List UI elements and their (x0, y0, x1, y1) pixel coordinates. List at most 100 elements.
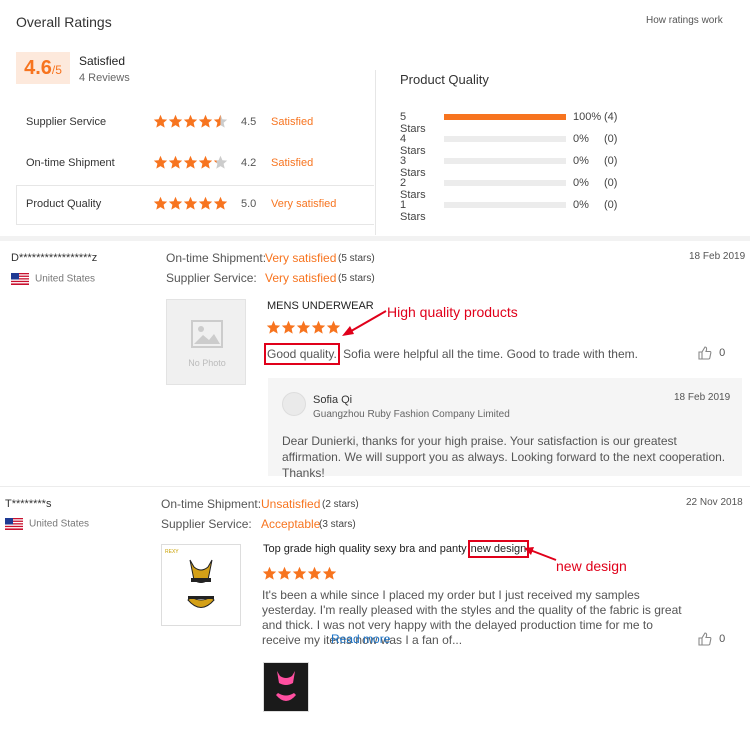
highlight-new-design: new design (467, 540, 530, 558)
rating-value: 4.2 (241, 157, 257, 169)
review-photo-thumbnail[interactable] (263, 662, 309, 712)
bar-fill (444, 114, 566, 120)
shipment-stars: (5 stars) (338, 253, 375, 264)
pink-bikini-photo-icon (264, 663, 308, 711)
reply-text: Dear Dunierki, thanks for your high prai… (282, 434, 726, 480)
rating-label: Supplier Service (26, 116, 107, 128)
overall-score: 4.6/5 (16, 52, 70, 84)
score-value: 4.6 (24, 57, 52, 79)
star-icon (183, 196, 198, 210)
product-title-text: Top grade high quality sexy bra and pant… (263, 543, 467, 555)
bar-label: 3 Stars (400, 155, 426, 179)
rating-text: Satisfied (271, 157, 314, 169)
rating-stars (153, 114, 228, 132)
bar-count: (4) (604, 111, 618, 123)
shipment-value: Unsatisfied (261, 497, 321, 511)
shipment-stars: (2 stars) (322, 499, 359, 510)
star-icon (168, 196, 183, 210)
bar-percent: 0% (573, 177, 589, 189)
rating-row-supplier-service[interactable]: Supplier Service 4.5 Satisfied (16, 103, 374, 143)
bar-percent: 0% (573, 155, 589, 167)
rating-label: Product Quality (26, 198, 102, 210)
star-icon (262, 566, 277, 580)
star-icon (168, 155, 183, 169)
bar-percent: 0% (573, 133, 589, 145)
reply-name: Sofia Qi (313, 394, 353, 406)
no-photo-text: No Photo (188, 358, 226, 368)
bar-track (444, 114, 566, 120)
star-icon (153, 196, 168, 210)
thumbs-up-icon (698, 346, 712, 360)
star-icon (213, 114, 228, 128)
star-icon (326, 320, 341, 334)
score-suffix: /5 (51, 63, 62, 77)
review-body: It's been a while since I placed my orde… (262, 588, 682, 647)
product-image[interactable]: REXY (161, 544, 241, 626)
service-value: Very satisfied (265, 271, 337, 285)
rating-row-product-quality[interactable]: Product Quality 5.0 Very satisfied (16, 185, 374, 225)
svg-text:REXY: REXY (165, 549, 179, 555)
star-icon (311, 320, 326, 334)
review-date: 18 Feb 2019 (689, 251, 746, 262)
star-icon (307, 566, 322, 580)
annotation-new-design: new design (556, 558, 627, 574)
star-icon (153, 114, 168, 128)
bar-label: 4 Stars (400, 133, 426, 157)
seller-reply: Sofia Qi Guangzhou Ruby Fashion Company … (268, 378, 742, 480)
image-placeholder-icon (191, 320, 223, 348)
star-icon (322, 566, 337, 580)
star-icon (292, 566, 307, 580)
reviewer-name: T********s (5, 498, 52, 510)
rating-label: On-time Shipment (26, 157, 115, 169)
review-text: Good quality. Sofia were helpful all the… (264, 341, 684, 367)
service-stars: (3 stars) (319, 519, 356, 530)
product-image-placeholder[interactable]: No Photo (166, 299, 246, 385)
review-text-rest: Sofia were helpful all the time. Good to… (339, 347, 638, 361)
bar-count: (0) (604, 155, 618, 167)
highlight-good-quality: Good quality. (264, 343, 340, 365)
star-icon (198, 155, 213, 169)
us-flag-icon (11, 273, 29, 285)
overall-ratings-panel: Overall Ratings How ratings work 4.6/5 S… (0, 0, 750, 236)
like-button[interactable]: 0 (698, 346, 725, 360)
rating-text: Very satisfied (271, 198, 337, 210)
overall-satisfaction-label: Satisfied (79, 54, 126, 68)
service-value: Acceptable (261, 517, 321, 531)
bar-track (444, 180, 566, 186)
reviewer-country: United States (5, 518, 89, 530)
annotation-arrow-icon (342, 310, 387, 336)
rating-value: 5.0 (241, 198, 257, 210)
star-icon (277, 566, 292, 580)
star-icon (183, 155, 198, 169)
review-rating-stars (262, 566, 337, 586)
annotation-high-quality: High quality products (387, 304, 518, 320)
service-stars: (5 stars) (338, 273, 375, 284)
like-count: 0 (719, 632, 726, 645)
bar-count: (0) (604, 133, 618, 145)
service-label: Supplier Service: (166, 271, 257, 285)
read-more-link[interactable]: Read more (331, 632, 390, 646)
like-button[interactable]: 0 (698, 632, 725, 646)
reviewer-country: United States (11, 273, 95, 285)
bar-track (444, 202, 566, 208)
us-flag-icon (5, 518, 23, 530)
bar-percent: 0% (573, 199, 589, 211)
rating-value: 4.5 (241, 116, 257, 128)
review-rating-stars (266, 320, 341, 340)
reviewer-name: D*****************z (11, 252, 98, 264)
shipment-value: Very satisfied (265, 251, 337, 265)
panel-divider (375, 70, 376, 235)
bar-label: 2 Stars (400, 177, 426, 201)
annotation-arrow-icon (524, 547, 557, 561)
star-icon (266, 320, 281, 334)
bikini-product-icon: REXY (165, 549, 215, 608)
star-icon (153, 155, 168, 169)
rating-row-on-time-shipment[interactable]: On-time Shipment 4.2 Satisfied (16, 144, 374, 184)
how-ratings-work-link[interactable]: How ratings work (646, 15, 723, 26)
rating-stars (153, 196, 228, 214)
bar-track (444, 158, 566, 164)
shipment-label: On-time Shipment: (161, 497, 262, 511)
country-name: United States (29, 518, 90, 530)
product-name[interactable]: Top grade high quality sexy bra and pant… (263, 540, 530, 558)
country-name: United States (35, 273, 96, 285)
